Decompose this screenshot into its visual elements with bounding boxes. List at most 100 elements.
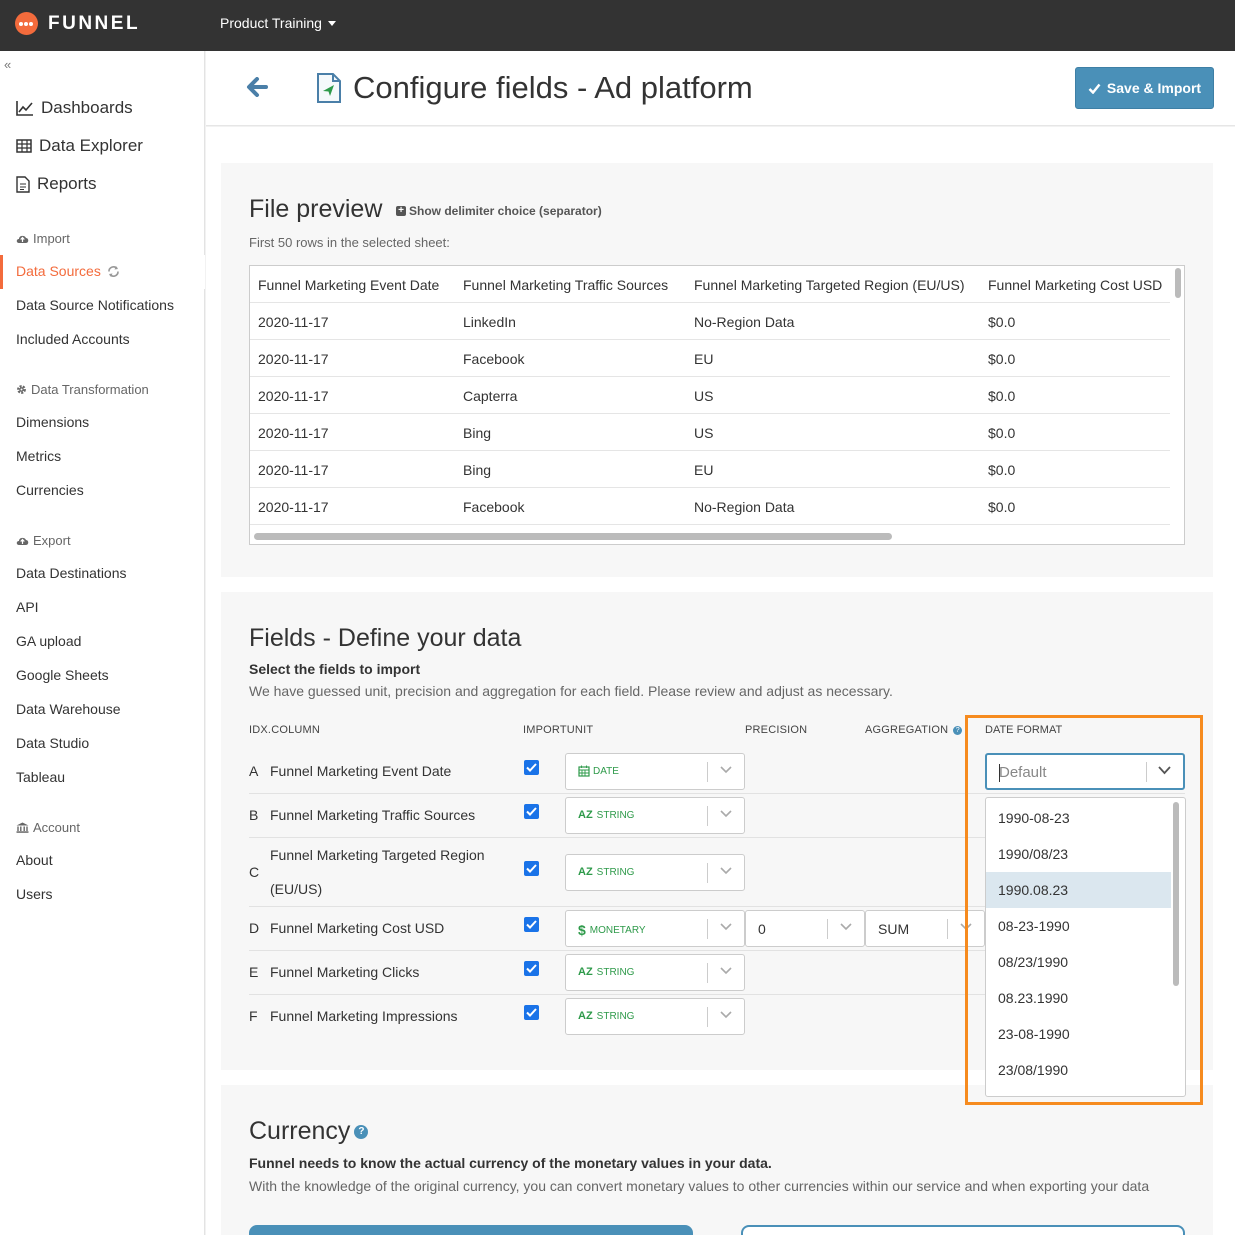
chevron-down-icon	[720, 1011, 732, 1019]
back-arrow-icon[interactable]	[246, 77, 268, 97]
unit-prefix: AZ	[578, 966, 593, 978]
table-cell: LinkedIn	[463, 314, 516, 330]
checkmark-icon	[526, 920, 537, 929]
table-cell: EU	[694, 462, 714, 478]
unit-tag: AZ STRING	[578, 1010, 634, 1022]
funnel-logo[interactable]: FUNNEL	[15, 12, 140, 35]
help-icon[interactable]: ?	[354, 1124, 369, 1139]
unit-select[interactable]: AZ STRING	[565, 797, 745, 834]
column-header: Funnel Marketing Event Date	[258, 277, 440, 293]
sidebar-item-currencies[interactable]: Currencies	[16, 482, 84, 498]
import-unit-header: IMPORTUNIT	[523, 724, 594, 736]
checkmark-icon	[526, 1008, 537, 1017]
table-cell: $0.0	[988, 462, 1016, 478]
workspace-label: Product Training	[220, 15, 322, 31]
chevron-down-icon	[840, 923, 852, 931]
sidebar-item-data-sources[interactable]: Data Sources	[0, 255, 205, 289]
checkmark-icon	[526, 964, 537, 973]
precision-select[interactable]: 0	[745, 910, 865, 947]
table-row: 2020-11-17 LinkedIn No-Region Data $0.0	[250, 303, 1170, 340]
sidebar-item-google-sheets[interactable]: Google Sheets	[16, 667, 109, 683]
field-name: Funnel Marketing Impressions	[270, 1008, 458, 1024]
help-icon[interactable]: ?	[953, 725, 963, 735]
aggregation-value: SUM	[878, 921, 910, 937]
sidebar-item-ga-upload[interactable]: GA upload	[16, 633, 81, 649]
unit-select[interactable]: AZ STRING	[565, 998, 745, 1035]
sidebar-item-metrics[interactable]: Metrics	[16, 448, 61, 464]
export-section-header: Export	[16, 533, 71, 548]
sidebar-item-tableau[interactable]: Tableau	[16, 769, 65, 785]
table-cell: 2020-11-17	[258, 462, 329, 478]
dollar-icon: $	[578, 922, 586, 938]
chevron-down-icon	[720, 810, 732, 818]
sidebar: « Dashboards Data Explorer Reports Impor…	[0, 51, 205, 1235]
save-import-button[interactable]: Save & Import	[1075, 67, 1214, 109]
page-title: Configure fields - Ad platform	[353, 70, 753, 105]
column-header: Funnel Marketing Cost USD	[988, 277, 1163, 293]
save-import-label: Save & Import	[1106, 80, 1202, 96]
table-cell: 2020-11-17	[258, 351, 329, 367]
field-index: E	[249, 964, 259, 980]
file-preview-title: File preview	[249, 195, 383, 223]
field-index: C	[249, 864, 260, 880]
chevron-down-icon	[720, 967, 732, 975]
sidebar-item-dimensions[interactable]: Dimensions	[16, 414, 89, 430]
import-checkbox[interactable]	[524, 861, 539, 876]
import-checkbox[interactable]	[524, 961, 539, 976]
currency-description: With the knowledge of the original curre…	[249, 1178, 1150, 1194]
show-delimiter-link[interactable]: + Show delimiter choice (separator)	[396, 204, 602, 218]
sidebar-item-data-studio[interactable]: Data Studio	[16, 735, 89, 751]
currency-subtitle: Funnel needs to know the actual currency…	[249, 1155, 772, 1171]
field-index: B	[249, 807, 259, 823]
plus-square-icon: +	[396, 206, 406, 216]
currency-option-a[interactable]	[249, 1225, 693, 1235]
unit-prefix: AZ	[578, 809, 593, 821]
table-cell: Capterra	[463, 388, 518, 404]
table-row: 2020-11-17 Facebook EU $0.0	[250, 340, 1170, 377]
unit-select[interactable]: AZ STRING	[565, 854, 745, 891]
precision-value: 0	[758, 921, 766, 937]
sidebar-item-included-accounts[interactable]: Included Accounts	[16, 331, 130, 347]
unit-select[interactable]: AZ STRING	[565, 954, 745, 991]
checkmark-icon	[526, 763, 537, 772]
table-cell: $0.0	[988, 351, 1016, 367]
table-cell: No-Region Data	[694, 499, 795, 515]
precision-header: PRECISION	[745, 724, 808, 736]
collapse-sidebar-icon[interactable]: «	[4, 57, 11, 72]
field-index: D	[249, 920, 260, 936]
annotation-highlight-box	[965, 715, 1203, 1105]
currency-title: Currency ?	[249, 1117, 369, 1146]
field-name-line1: Funnel Marketing Targeted Region	[270, 847, 485, 863]
delimiter-link-label: Show delimiter choice (separator)	[409, 204, 602, 218]
unit-select[interactable]: $ MONETARY	[565, 910, 745, 947]
table-cell: 2020-11-17	[258, 314, 329, 330]
table-cell: US	[694, 425, 714, 441]
nav-data-explorer[interactable]: Data Explorer	[16, 127, 143, 165]
table-header-row: Funnel Marketing Event Date Funnel Marke…	[250, 266, 1170, 303]
workspace-dropdown[interactable]: Product Training	[220, 15, 336, 31]
chevron-down-icon	[720, 867, 732, 875]
nav-dashboards[interactable]: Dashboards	[16, 89, 143, 127]
sidebar-item-users[interactable]: Users	[16, 886, 53, 902]
sidebar-item-data-destinations[interactable]: Data Destinations	[16, 565, 127, 581]
currency-option-b[interactable]	[741, 1225, 1185, 1235]
column-header: Funnel Marketing Traffic Sources	[463, 277, 669, 293]
import-checkbox[interactable]	[524, 760, 539, 775]
import-checkbox[interactable]	[524, 804, 539, 819]
sync-icon	[108, 265, 119, 277]
import-checkbox[interactable]	[524, 917, 539, 932]
unit-select[interactable]: DATE	[565, 753, 745, 790]
cloud-upload-icon	[16, 537, 29, 545]
sidebar-item-data-warehouse[interactable]: Data Warehouse	[16, 701, 121, 717]
sidebar-item-data-source-notifications[interactable]: Data Source Notifications	[16, 297, 174, 313]
nav-reports[interactable]: Reports	[16, 165, 143, 203]
vertical-scrollbar[interactable]	[1175, 268, 1181, 298]
checkmark-icon	[1088, 83, 1101, 94]
sidebar-item-api[interactable]: API	[16, 599, 39, 615]
import-checkbox[interactable]	[524, 1005, 539, 1020]
horizontal-scrollbar[interactable]	[254, 533, 892, 540]
table-cell: Facebook	[463, 499, 525, 515]
sidebar-item-about[interactable]: About	[16, 852, 53, 868]
table-cell: Bing	[463, 425, 492, 441]
file-preview-subtitle: First 50 rows in the selected sheet:	[249, 235, 450, 250]
